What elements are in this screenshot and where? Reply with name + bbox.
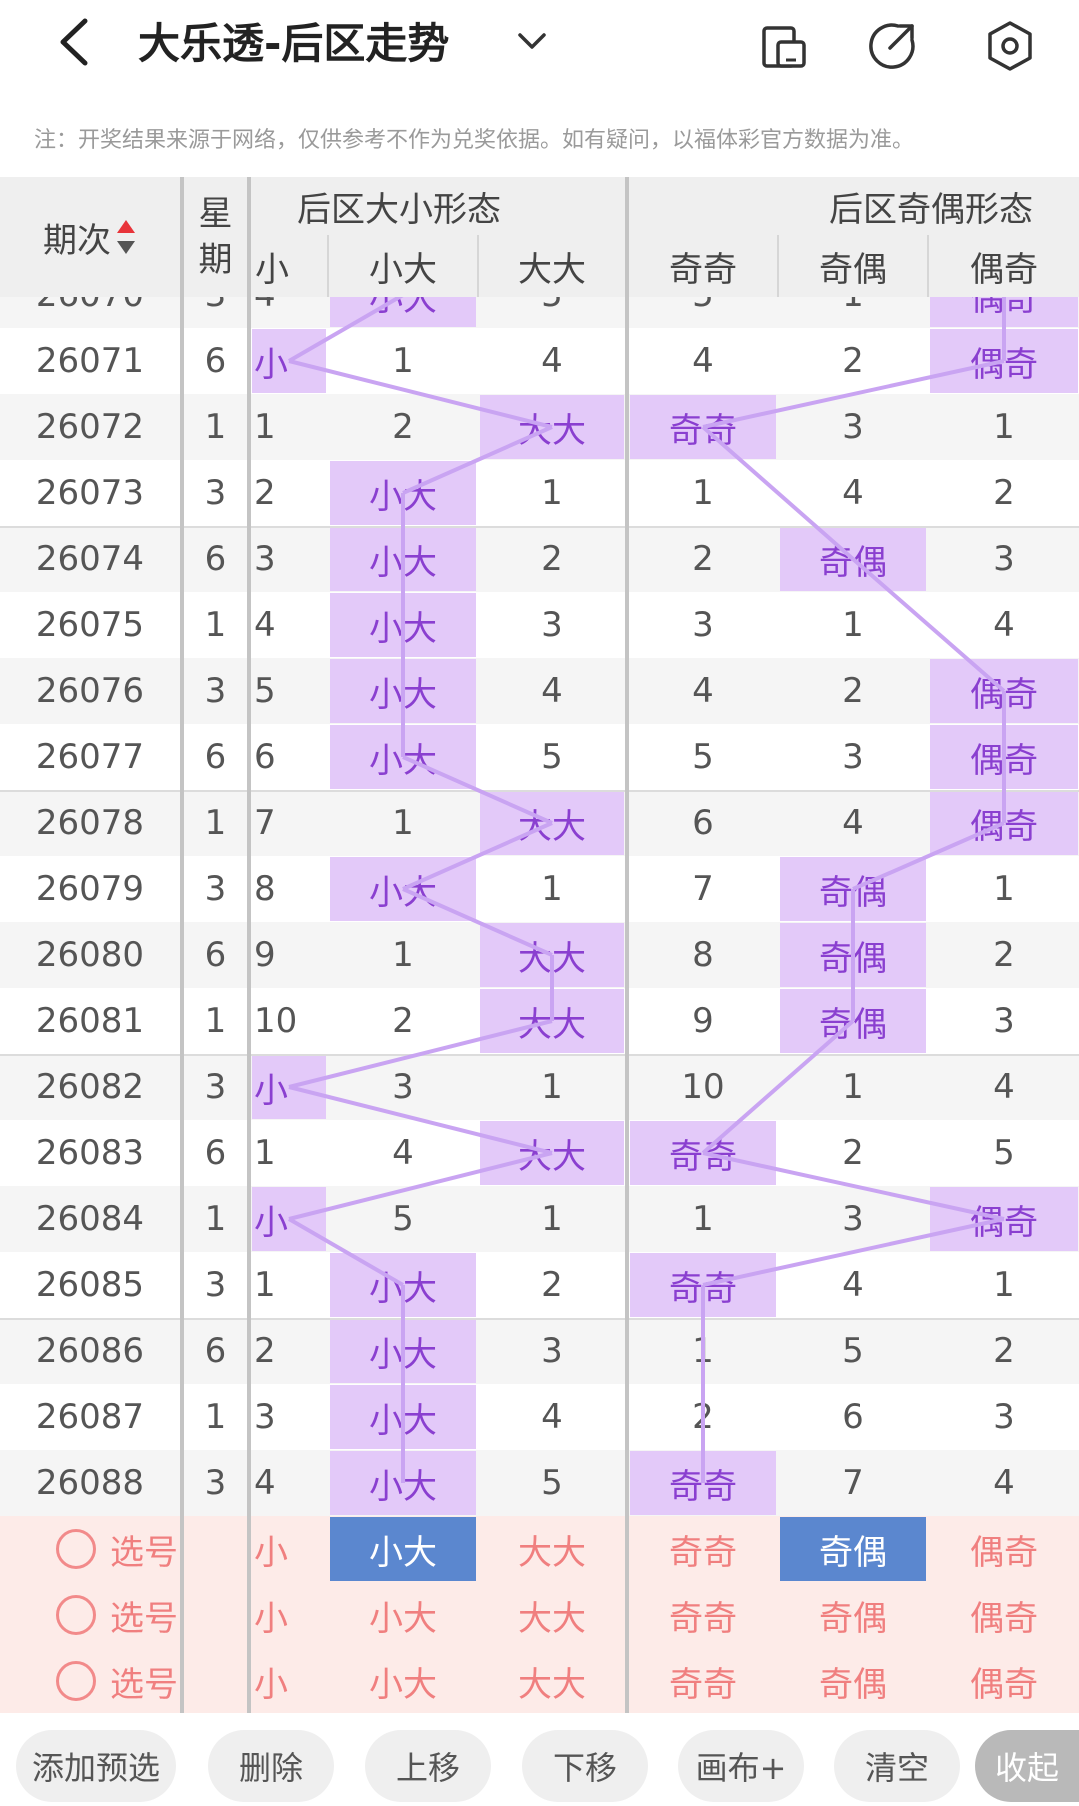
oddeven-trend-line — [701, 425, 855, 561]
bigsmall-trend-line — [402, 887, 553, 957]
bigsmall-group-label: 后区大小形态 — [297, 189, 501, 230]
back-button[interactable] — [44, 12, 104, 72]
bigsmall-group-header: 后区大小形态 — [251, 177, 625, 235]
oddeven-group-label: 后区奇偶形态 — [829, 189, 1033, 230]
oddeven-trend-line — [702, 359, 1005, 429]
sub-header-1: 小 — [251, 235, 327, 297]
bigsmall-trend-line — [287, 293, 405, 363]
bigsmall-trend-line — [287, 1217, 405, 1287]
top-bar: 大乐透-后区走势 — [0, 0, 1079, 95]
disclaimer-note: 注：开奖结果来源于网络，仅供参考不作为兑奖依据。如有疑问，以福体彩官方数据为准。 — [34, 128, 915, 153]
action-button-2[interactable]: 删除 — [208, 1730, 334, 1802]
trend-lines — [287, 293, 1006, 1483]
page-title[interactable]: 大乐透-后区走势 — [138, 16, 449, 72]
bigsmall-trend-line — [288, 1019, 553, 1089]
chevron-down-icon — [518, 33, 546, 49]
bigsmall-trend-line — [402, 821, 553, 891]
switch-layout-button[interactable] — [756, 18, 812, 74]
bigsmall-trend-line — [288, 359, 553, 429]
oddeven-trend-line — [701, 1019, 855, 1155]
action-button-4[interactable]: 下移 — [522, 1730, 648, 1802]
week-header-line1: 星 — [198, 194, 233, 234]
share-button[interactable] — [864, 18, 920, 74]
settings-button[interactable] — [982, 18, 1038, 74]
sub-header-3: 大大 — [479, 235, 625, 297]
action-button-7[interactable]: 收起 — [975, 1730, 1079, 1802]
action-button-1[interactable]: 添加预选 — [16, 1730, 176, 1802]
oddeven-trend-line — [702, 1217, 1005, 1287]
oddeven-trend-line — [851, 557, 1006, 693]
oddeven-trend-line — [852, 821, 1005, 891]
trend-table[interactable]: 2607034小大551偶奇260716小1442偶奇26072112大大奇奇3… — [0, 177, 1079, 1713]
sub-header-4: 奇奇 — [629, 235, 777, 297]
title-dropdown-button[interactable] — [512, 22, 552, 62]
share-icon — [869, 23, 915, 69]
action-button-3[interactable]: 上移 — [365, 1730, 491, 1802]
oddeven-trend-line — [702, 1151, 1005, 1221]
gear-icon — [988, 21, 1032, 71]
sub-header-2: 小大 — [329, 235, 477, 297]
bigsmall-trend-line — [402, 425, 553, 495]
action-bar: 添加预选 删除 上移 下移 画布+ 清空 收起 — [0, 1713, 1079, 1806]
action-button-6[interactable]: 清空 — [834, 1730, 960, 1802]
sub-header-6: 偶奇 — [929, 235, 1079, 297]
bigsmall-trend-line — [288, 1151, 553, 1221]
bigsmall-trend-line — [402, 755, 553, 825]
bigsmall-trend-line — [288, 1085, 553, 1155]
oddeven-group-header: 后区奇偶形态 — [629, 177, 1079, 235]
sub-header-5: 奇偶 — [779, 235, 927, 297]
action-button-5[interactable]: 画布+ — [678, 1730, 804, 1802]
chevron-left-icon — [60, 18, 88, 66]
layout-icon — [762, 26, 806, 68]
